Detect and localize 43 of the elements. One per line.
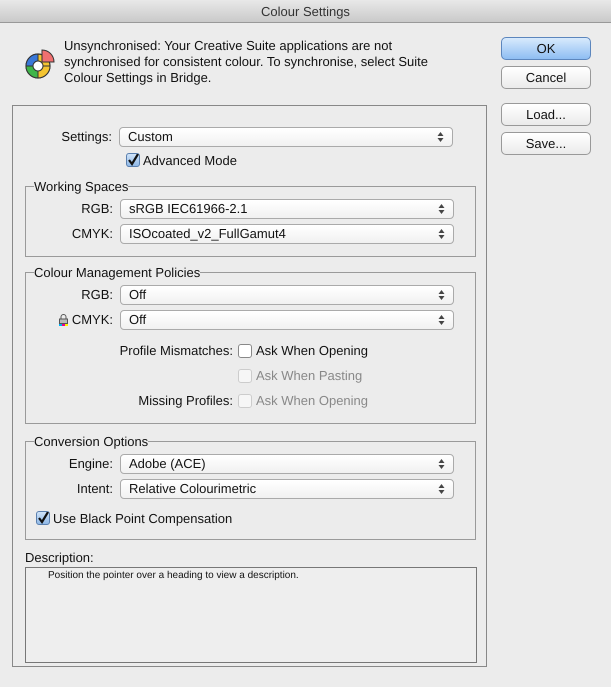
field-label: Intent: xyxy=(76,481,113,496)
dialog-button[interactable]: Cancel xyxy=(501,66,591,89)
checkbox-label: Ask When Pasting xyxy=(256,368,362,383)
dropdown-arrows-icon xyxy=(438,202,445,214)
dropdown[interactable]: Off xyxy=(120,310,454,330)
dropdown[interactable]: Custom xyxy=(119,126,453,146)
checkbox-label: Ask When Opening xyxy=(256,393,368,408)
field-label: CMYK: xyxy=(72,312,113,327)
checkbox[interactable] xyxy=(36,511,50,525)
field-label: RGB: xyxy=(81,201,113,216)
dialog-button[interactable]: Save... xyxy=(501,132,591,155)
checkbox-label: Ask When Opening xyxy=(256,343,368,358)
dropdown[interactable]: ISOcoated_v2_FullGamut4 xyxy=(120,224,454,244)
dropdown[interactable]: Relative Colourimetric xyxy=(120,478,454,498)
dropdown[interactable]: Adobe (ACE) xyxy=(120,454,454,474)
group-title: Colour Management Policies xyxy=(34,265,200,280)
dropdown-arrows-icon xyxy=(438,482,445,494)
dropdown-arrows-icon xyxy=(438,314,445,326)
description-box: Position the pointer over a heading to view a description. xyxy=(25,567,477,663)
dialog-button[interactable]: Load... xyxy=(501,103,591,126)
field-label: CMYK: xyxy=(72,226,113,241)
dialog-button[interactable]: OK xyxy=(501,37,591,60)
field-label: Settings: xyxy=(61,129,112,144)
dropdown-arrows-icon xyxy=(438,458,445,470)
warning-message: Unsynchronised: Your Creative Suite applications are not synchronised for consistent colour. To synchronise, select Suite Colour Settings in Bridge. xyxy=(64,38,429,87)
dropdown-arrows-icon xyxy=(438,288,445,300)
field-label: Engine: xyxy=(68,456,113,471)
option-group-label: Profile Mismatches: xyxy=(120,343,233,358)
group-title: Conversion Options xyxy=(34,434,148,449)
group-title: Working Spaces xyxy=(34,179,128,194)
dropdown[interactable]: Off xyxy=(120,284,454,304)
dropdown-arrows-icon xyxy=(437,130,444,142)
option-group-label: Missing Profiles: xyxy=(138,393,233,408)
dropdown-arrows-icon xyxy=(438,228,445,240)
dropdown[interactable]: sRGB IEC61966-2.1 xyxy=(120,198,454,218)
checkbox-label: Advanced Mode xyxy=(143,152,237,168)
field-label: RGB: xyxy=(81,287,113,302)
checkbox[interactable] xyxy=(126,153,140,167)
colour-wheel-icon xyxy=(24,48,56,80)
checkbox-label: Use Black Point Compensation xyxy=(53,510,232,526)
description-label: Description: xyxy=(25,550,95,565)
window-title: Colour Settings xyxy=(261,4,350,18)
checkbox[interactable] xyxy=(238,344,252,358)
